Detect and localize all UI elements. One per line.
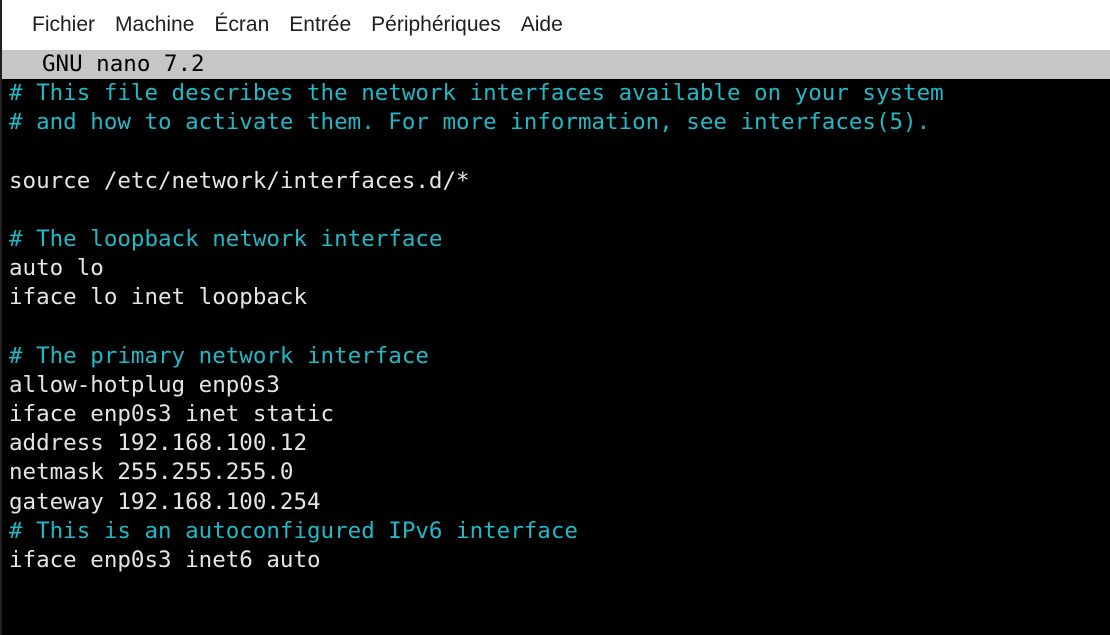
nano-title-bar: GNU nano 7.2 <box>2 50 1110 79</box>
editor-line: auto lo <box>9 255 104 282</box>
editor-line: iface enp0s3 inet6 auto <box>9 547 321 573</box>
menu-peripheriques[interactable]: Périphériques <box>361 0 511 50</box>
menu-entree[interactable]: Entrée <box>279 0 361 50</box>
menu-aide[interactable]: Aide <box>511 0 573 50</box>
editor-line: iface enp0s3 inet static <box>9 401 335 428</box>
nano-version-title: GNU nano 7.2 <box>42 51 205 77</box>
editor-line: # The loopback network interface <box>9 225 443 252</box>
editor-line: # This file describes the network interf… <box>9 80 944 106</box>
editor-line: address 192.168.100.12 <box>9 430 308 457</box>
editor-line: netmask 255.255.255.0 <box>9 459 294 486</box>
virtualbox-window: Fichier Machine Écran Entrée Périphériqu… <box>0 0 1110 635</box>
menu-machine[interactable]: Machine <box>105 0 204 50</box>
menu-ecran[interactable]: Écran <box>204 0 279 50</box>
vm-menu-bar: Fichier Machine Écran Entrée Périphériqu… <box>2 0 1110 50</box>
menu-fichier[interactable]: Fichier <box>2 0 105 50</box>
editor-line: gateway 192.168.100.254 <box>9 488 321 515</box>
editor-line: iface lo inet loopback <box>9 284 308 311</box>
nano-editor-buffer[interactable]: # This file describes the network interf… <box>9 79 1104 575</box>
vm-screen[interactable]: GNU nano 7.2 # This file describes the n… <box>2 50 1110 635</box>
editor-line: # The primary network interface <box>9 342 429 369</box>
editor-line: allow-hotplug enp0s3 <box>9 371 280 398</box>
editor-line: # This is an autoconfigured IPv6 interfa… <box>9 517 578 544</box>
editor-line: # and how to activate them. For more inf… <box>9 109 931 136</box>
editor-line: source /etc/network/interfaces.d/* <box>9 167 470 194</box>
